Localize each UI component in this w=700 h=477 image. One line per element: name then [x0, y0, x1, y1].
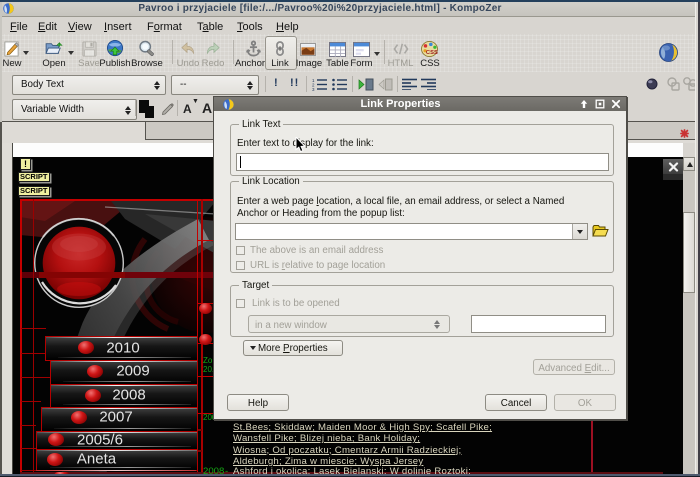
svg-text:3: 3	[312, 87, 315, 91]
svg-text:CSS: CSS	[426, 50, 438, 56]
